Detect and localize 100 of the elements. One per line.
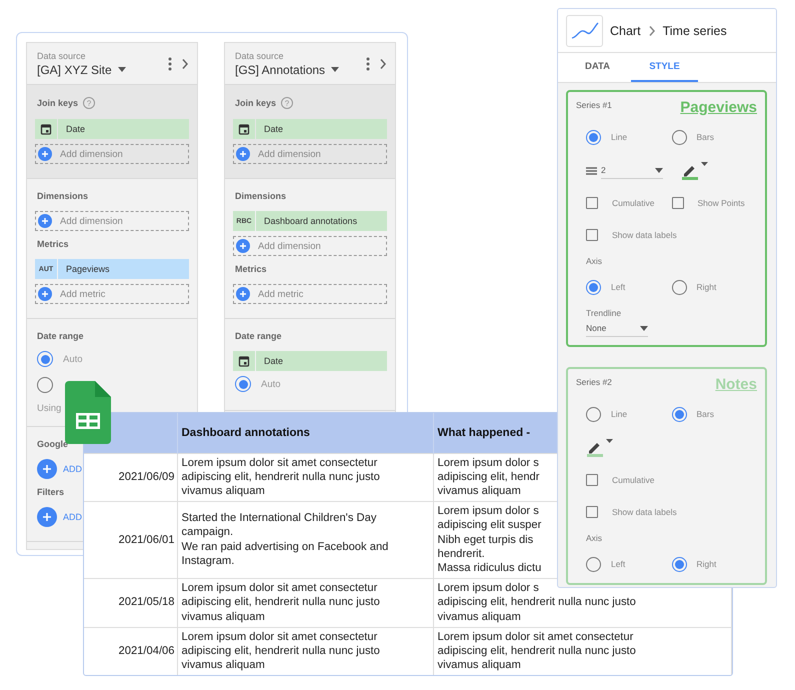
caret-icon[interactable] xyxy=(640,326,648,330)
radio-button[interactable] xyxy=(586,556,601,572)
chevron-icon[interactable] xyxy=(379,58,387,70)
caret-icon[interactable] xyxy=(118,67,126,72)
section-title: Metrics xyxy=(37,239,69,249)
radio-label: Line xyxy=(611,409,628,419)
tab[interactable]: STYLE xyxy=(631,53,698,82)
date-cell: 2021/04/06 xyxy=(84,627,177,676)
field-label: Trendline xyxy=(585,308,622,318)
more-icon[interactable] xyxy=(365,56,371,72)
add-icon[interactable] xyxy=(236,147,250,161)
field-label: Axis xyxy=(585,256,602,266)
field-chip[interactable]: Date xyxy=(256,119,387,139)
field-chip[interactable]: Dashboard annotations xyxy=(256,211,387,231)
checkbox[interactable] xyxy=(672,197,684,209)
tab[interactable]: DATA xyxy=(564,53,631,82)
annotation-cell: Lorem ipsum dolor sit amet consectetur adipiscing elit, hendrerit nulla nunc justo vivamus aliquam xyxy=(177,453,433,502)
add-icon[interactable] xyxy=(38,287,52,301)
chevron-icon[interactable] xyxy=(648,24,656,36)
field-label: Axis xyxy=(585,533,602,543)
calendar-icon xyxy=(40,123,52,135)
column-header: What happened - xyxy=(438,426,530,439)
add-field-button[interactable]: Add dimension xyxy=(35,211,189,231)
series-title: Pageviews xyxy=(680,99,757,116)
checkbox[interactable] xyxy=(586,229,598,241)
add-field-button[interactable]: Add metric xyxy=(35,284,189,304)
date-cell: 2021/06/09 xyxy=(84,453,177,502)
radio-label: Bars xyxy=(696,132,714,142)
field-chip[interactable]: Date xyxy=(58,119,189,139)
checkbox[interactable] xyxy=(586,506,598,518)
radio-label: Right xyxy=(696,559,716,569)
radio-button[interactable] xyxy=(672,556,686,572)
field-chip[interactable]: Date xyxy=(256,351,387,371)
section-title: Dimensions xyxy=(235,191,286,201)
data-source-dropdown[interactable]: [GA] XYZ Site xyxy=(37,62,126,76)
line-weight-dropdown[interactable]: 2 xyxy=(601,163,663,179)
column-header: Dashboard annotations xyxy=(182,426,310,439)
checkbox-label: Show data labels xyxy=(612,507,677,517)
series-caption: Series #2 xyxy=(576,377,612,387)
add-icon[interactable] xyxy=(236,287,250,301)
radio-label: Auto xyxy=(63,354,83,364)
more-icon[interactable] xyxy=(167,56,173,72)
add-icon[interactable] xyxy=(38,147,52,161)
checkbox-label: Cumulative xyxy=(612,475,655,485)
radio-label: Line xyxy=(611,132,628,142)
radio-button[interactable] xyxy=(37,351,53,367)
radio-label: Left xyxy=(611,282,626,292)
series-caption: Series #1 xyxy=(576,100,612,110)
add-icon[interactable] xyxy=(38,214,52,228)
add-icon[interactable] xyxy=(236,239,250,253)
add-link[interactable]: ADD xyxy=(63,512,82,522)
calendar-icon xyxy=(238,355,250,367)
radio-button[interactable] xyxy=(235,376,251,392)
trendline-dropdown[interactable]: None xyxy=(586,321,648,337)
section-title: Join keys xyxy=(37,98,78,108)
checkbox[interactable] xyxy=(586,474,598,486)
add-link[interactable]: ADD xyxy=(63,464,82,474)
calendar-icon xyxy=(238,123,250,135)
radio-button[interactable] xyxy=(586,280,601,294)
caret-icon[interactable] xyxy=(606,439,613,443)
data-source-caption: Data source xyxy=(37,50,86,60)
series-title: Notes xyxy=(715,376,757,393)
color-picker[interactable] xyxy=(586,439,613,457)
caret-icon[interactable] xyxy=(655,168,663,172)
chevron-icon[interactable] xyxy=(181,58,189,70)
radio-label: Auto xyxy=(261,378,281,390)
radio-button[interactable] xyxy=(672,280,686,294)
radio-button[interactable] xyxy=(672,406,686,422)
add-field-button[interactable]: Add dimension xyxy=(233,236,387,256)
section-title: Metrics xyxy=(235,264,267,274)
section-title: Join keys xyxy=(235,98,276,108)
radio-button[interactable] xyxy=(586,130,601,144)
caret-icon[interactable] xyxy=(331,67,340,72)
caret-icon[interactable] xyxy=(701,162,708,166)
radio-label: Bars xyxy=(696,409,714,419)
radio-button[interactable] xyxy=(672,130,686,144)
annotation-cell: Lorem ipsum dolor sit amet consectetur adipiscing elit, hendrerit nulla nunc justo vivamus aliquam xyxy=(177,627,433,676)
line-chart-icon xyxy=(570,20,600,40)
date-cell: 2021/06/01 xyxy=(84,502,177,579)
radio-button[interactable] xyxy=(586,406,601,422)
line-weight-icon xyxy=(586,166,597,176)
color-picker[interactable] xyxy=(681,162,708,180)
checkbox[interactable] xyxy=(586,197,598,209)
section-title: Date range xyxy=(235,331,282,341)
note-text: Using xyxy=(37,403,62,414)
radio-label: Right xyxy=(696,282,716,292)
date-cell: 2021/05/18 xyxy=(84,578,177,628)
annotation-cell: Lorem ipsum dolor sit amet consectetur adipiscing elit, hendrerit nulla nunc justo vivamus aliquam xyxy=(177,578,433,628)
checkbox-label: Show Points xyxy=(698,198,745,208)
add-icon[interactable] xyxy=(37,507,57,527)
breadcrumb-item: Time series xyxy=(662,24,727,38)
add-icon[interactable] xyxy=(37,459,57,479)
breadcrumb-item[interactable]: Chart xyxy=(610,24,641,38)
radio-button[interactable] xyxy=(37,377,53,393)
table-cell: Lorem ipsum dolor sit amet consectetur adipiscing elit, hendrerit nulla nunc justo vivamus aliquam xyxy=(433,627,732,676)
data-source-dropdown[interactable]: [GS] Annotations xyxy=(235,62,340,76)
field-chip[interactable]: Pageviews xyxy=(58,259,189,279)
add-field-button[interactable]: Add metric xyxy=(233,284,387,304)
annotation-cell: Started the International Children's Day campaign. We ran paid advertising on Facebook and Instagram. xyxy=(177,502,433,579)
section-title: Filters xyxy=(37,487,64,497)
